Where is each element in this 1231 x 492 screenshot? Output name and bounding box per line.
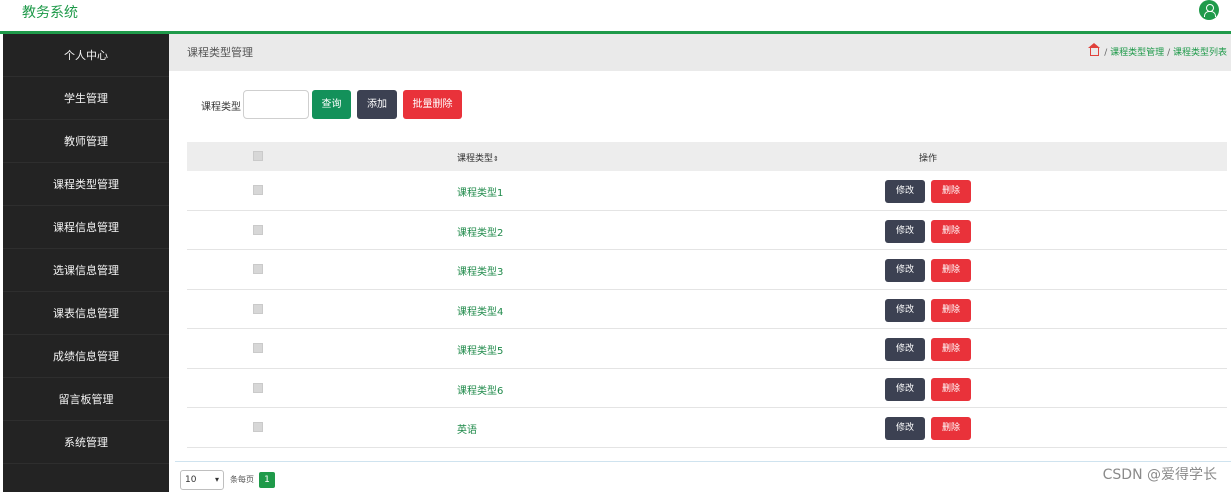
column-header-actions: 操作 [919, 154, 938, 164]
sidebar-item-message-board[interactable]: 留言板管理 [3, 378, 169, 421]
course-type-cell: 课程类型2 [457, 227, 504, 239]
course-type-search-input[interactable] [243, 90, 309, 119]
select-all-checkbox[interactable] [253, 151, 263, 161]
breadcrumb-item-course-type-management[interactable]: 课程类型管理 [1110, 48, 1164, 58]
breadcrumb-separator: / [1167, 48, 1171, 58]
search-label: 课程类型 [201, 102, 241, 113]
breadcrumb-bar: 课程类型管理 / 课程类型管理 / 课程类型列表 [169, 34, 1231, 71]
course-type-cell: 课程类型4 [457, 306, 504, 318]
page-button-1[interactable]: 1 [259, 472, 275, 488]
sidebar-item-students[interactable]: 学生管理 [3, 77, 169, 120]
add-button[interactable]: 添加 [357, 90, 397, 119]
breadcrumb: / 课程类型管理 / 课程类型列表 [1088, 43, 1227, 58]
sidebar-item-system[interactable]: 系统管理 [3, 421, 169, 464]
sort-icon[interactable]: ⇕ [493, 155, 499, 163]
column-header-label: 课程类型 [457, 154, 494, 164]
sidebar-item-timetable[interactable]: 课表信息管理 [3, 292, 169, 335]
course-type-cell: 课程类型5 [457, 346, 504, 357]
course-type-table: 课程类型⇕ 操作 课程类型1 修改 删除 课程类型2 修改 删除 课程类型3 修… [187, 142, 1227, 448]
main-content: 课程类型管理 / 课程类型管理 / 课程类型列表 课程类型 查询 添加 批量删除… [169, 34, 1231, 492]
breadcrumb-item-course-type-list: 课程类型列表 [1172, 48, 1227, 58]
row-checkbox[interactable] [253, 422, 263, 432]
delete-button[interactable]: 删除 [931, 219, 971, 243]
app-title: 教务系统 [22, 5, 78, 21]
sidebar-item-grades[interactable]: 成绩信息管理 [3, 335, 169, 378]
page-size-select[interactable]: 10 ▾ [180, 470, 224, 490]
delete-button[interactable]: 删除 [931, 180, 971, 203]
table-row: 课程类型2 修改 删除 [187, 210, 1227, 250]
edit-button[interactable]: 修改 [885, 259, 925, 282]
row-checkbox[interactable] [253, 343, 263, 353]
course-type-cell: 课程类型3 [457, 267, 504, 278]
table-row: 课程类型3 修改 删除 [187, 250, 1227, 290]
bulk-delete-button[interactable]: 批量删除 [403, 90, 462, 119]
table-row: 课程类型4 修改 删除 [187, 289, 1227, 329]
row-checkbox[interactable] [253, 303, 263, 314]
edit-button[interactable]: 修改 [885, 417, 925, 440]
table-row: 英语 修改 删除 [187, 408, 1227, 448]
edit-button[interactable]: 修改 [885, 338, 925, 361]
sidebar-item-course-types[interactable]: 课程类型管理 [3, 163, 169, 206]
chevron-down-icon: ▾ [214, 475, 219, 484]
edit-button[interactable]: 修改 [885, 180, 925, 203]
table-row: 课程类型6 修改 删除 [187, 368, 1227, 408]
edit-button[interactable]: 修改 [885, 219, 925, 243]
home-icon[interactable] [1088, 43, 1101, 56]
row-checkbox[interactable] [253, 264, 263, 274]
row-checkbox[interactable] [253, 382, 263, 393]
user-avatar-icon[interactable] [1199, 0, 1219, 20]
delete-button[interactable]: 删除 [931, 377, 971, 401]
breadcrumb-separator: / [1104, 48, 1108, 58]
table-header: 课程类型⇕ 操作 [187, 142, 1227, 171]
edit-button[interactable]: 修改 [885, 377, 925, 401]
per-page-label: 条每页 [230, 475, 254, 484]
page-title: 课程类型管理 [187, 46, 253, 59]
sidebar: 个人中心 学生管理 教师管理 课程类型管理 课程信息管理 选课信息管理 课表信息… [3, 34, 169, 492]
course-type-cell: 课程类型6 [457, 385, 504, 397]
row-checkbox[interactable] [253, 224, 263, 235]
column-header-course-type[interactable]: 课程类型⇕ [457, 151, 499, 164]
course-type-cell: 课程类型1 [457, 188, 504, 199]
watermark: CSDN @爱得学长 [1102, 467, 1217, 483]
query-button[interactable]: 查询 [312, 90, 351, 119]
top-header: 教务系统 [0, 0, 1231, 34]
course-type-cell: 英语 [457, 425, 477, 436]
page-size-value: 10 [185, 475, 197, 485]
sidebar-item-teachers[interactable]: 教师管理 [3, 120, 169, 163]
row-checkbox[interactable] [253, 185, 263, 195]
sidebar-item-enrollment[interactable]: 选课信息管理 [3, 249, 169, 292]
delete-button[interactable]: 删除 [931, 298, 971, 322]
delete-button[interactable]: 删除 [931, 259, 971, 282]
pagination: 10 ▾ 条每页 1 [175, 461, 1231, 492]
sidebar-item-personal-center[interactable]: 个人中心 [3, 34, 169, 77]
table-row: 课程类型5 修改 删除 [187, 329, 1227, 369]
delete-button[interactable]: 删除 [931, 338, 971, 361]
sidebar-item-course-info[interactable]: 课程信息管理 [3, 206, 169, 249]
edit-button[interactable]: 修改 [885, 298, 925, 322]
table-row: 课程类型1 修改 删除 [187, 171, 1227, 211]
delete-button[interactable]: 删除 [931, 417, 971, 440]
